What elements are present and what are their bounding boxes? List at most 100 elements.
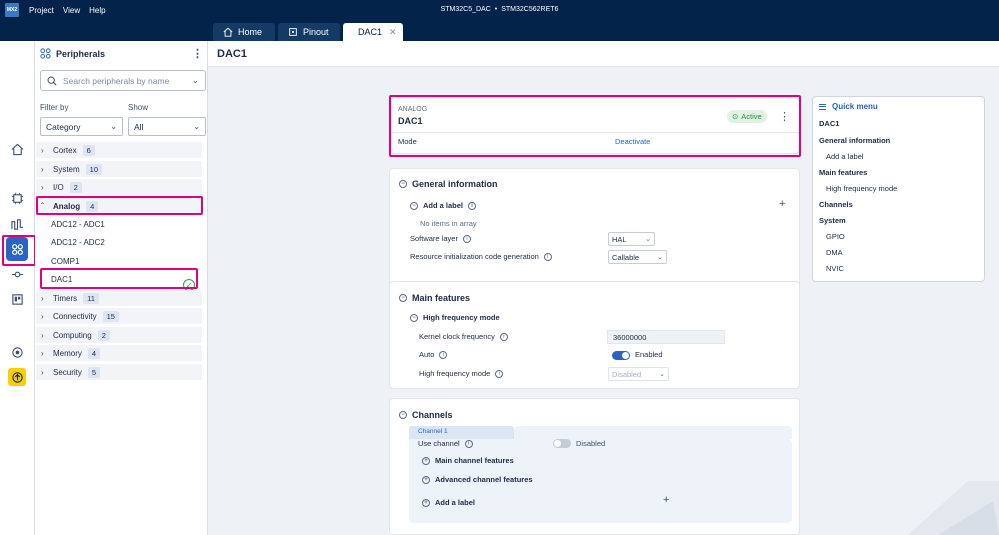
panel-header: Peripherals ⋮ [35, 41, 208, 66]
quick-menu-item[interactable]: GPIO [826, 232, 845, 241]
chevron-down-icon: ⌄ [645, 236, 651, 243]
ip-name: DAC1 [398, 116, 423, 126]
expand-icon: + [422, 456, 430, 465]
info-icon: i [495, 369, 504, 378]
chevron-right-icon: › [41, 311, 44, 321]
hf-mode-subsection[interactable]: − High frequency mode [410, 313, 500, 322]
category-cortex[interactable]: › Cortex 6 [36, 142, 202, 159]
peripherals-icon [40, 48, 51, 59]
channels-header[interactable]: − Channels [399, 410, 453, 420]
category-connectivity[interactable]: › Connectivity 15 [36, 308, 202, 325]
info-icon: i [468, 201, 477, 210]
category-analog[interactable]: ˆ Analog 4 [36, 198, 202, 215]
channel-tabstrip [514, 426, 792, 439]
quick-menu-item[interactable]: System [819, 216, 846, 225]
connector-icon[interactable] [8, 265, 26, 283]
hf-mode-row: High frequency mode i [419, 369, 504, 378]
chevron-down-icon: ⌄ [191, 75, 199, 85]
software-layer-select[interactable]: HAL ⌄ [608, 232, 655, 246]
quick-menu-item[interactable]: NVIC [826, 264, 844, 273]
category-timers[interactable]: › Timers 11 [36, 290, 202, 307]
category-security[interactable]: › Security 5 [36, 364, 202, 381]
search-input[interactable]: Search peripherals by name ⌄ [40, 70, 206, 91]
resource-init-value: Callable [612, 252, 640, 262]
peripherals-icon[interactable] [6, 237, 28, 261]
chevron-down-icon: ⌄ [193, 122, 200, 131]
tab-home[interactable]: Home [213, 23, 275, 41]
filter-by-select[interactable]: Category ⌄ [40, 117, 123, 136]
auto-toggle[interactable] [612, 351, 630, 360]
chip-icon[interactable] [8, 189, 26, 207]
use-channel-toggle[interactable] [553, 439, 571, 448]
quick-menu-item[interactable]: General information [819, 136, 890, 145]
more-options-icon[interactable]: ⋮ [192, 47, 203, 60]
info-icon: i [543, 252, 552, 261]
category-system[interactable]: › System 10 [36, 161, 202, 178]
app-logo: MX2 [5, 3, 19, 17]
menu-bar: MX2 Project View Help STM32C5_DAC • STM32C… [0, 0, 999, 20]
quick-menu-item[interactable]: Add a label [826, 152, 864, 161]
menu-help[interactable]: Help [89, 6, 105, 15]
advanced-channel-features[interactable]: + Advanced channel features [422, 475, 533, 484]
target-icon[interactable] [8, 343, 26, 361]
close-tab-icon[interactable]: ✕ [389, 27, 397, 38]
channel-add-label-text: Add a label [435, 498, 476, 507]
add-icon[interactable]: + [663, 494, 669, 506]
category-memory[interactable]: › Memory 4 [36, 345, 202, 362]
deactivate-link[interactable]: Deactivate [615, 137, 650, 146]
quick-menu-item[interactable]: Channels [819, 200, 853, 209]
quick-menu-item[interactable]: DMA [826, 248, 843, 257]
general-info-header[interactable]: − General information [399, 179, 498, 189]
board-icon[interactable] [8, 290, 26, 308]
main-channel-features[interactable]: + Main channel features [422, 456, 514, 465]
add-label-row[interactable]: − Add a label i [410, 201, 477, 210]
quick-menu-item[interactable]: High frequency mode [826, 184, 897, 193]
category-label: Connectivity [53, 311, 97, 321]
category-label: Cortex [53, 145, 77, 155]
chevron-right-icon: › [41, 293, 44, 303]
main-features-header[interactable]: − Main features [399, 293, 470, 303]
software-layer-row: Software layer i [410, 234, 471, 243]
chevron-down-icon: ⌄ [657, 254, 663, 261]
tab-pinout[interactable]: Pinout [278, 23, 340, 41]
auto-row: Auto i [419, 350, 448, 359]
chevron-right-icon: › [41, 348, 44, 358]
list-item-comp1[interactable]: COMP1 [51, 253, 79, 269]
chevron-up-icon: ˆ [41, 201, 44, 211]
show-select[interactable]: All ⌄ [128, 117, 206, 136]
category-count: 5 [87, 366, 101, 378]
category-label: Computing [53, 330, 92, 340]
resource-init-select[interactable]: Callable ⌄ [608, 250, 667, 264]
main-features-card: − Main features − High frequency mode Ke… [389, 281, 800, 389]
quick-menu-item[interactable]: Main features [819, 168, 867, 177]
divider [392, 132, 799, 133]
main-content: DAC1 ANALOG DAC1 ⊙ Active ⋮ Mode Deactiv… [208, 41, 999, 535]
list-item-dac1[interactable]: DAC1 [51, 271, 72, 287]
quick-menu-item[interactable]: DAC1 [819, 119, 839, 128]
category-computing[interactable]: › Computing 2 [36, 327, 202, 344]
menu-view[interactable]: View [63, 6, 80, 15]
add-icon[interactable]: + [779, 198, 785, 210]
list-item-adc2[interactable]: ADC12 - ADC2 [51, 234, 105, 250]
home-icon[interactable] [8, 140, 26, 158]
info-icon: i [439, 350, 448, 359]
signal-icon[interactable] [8, 215, 26, 233]
search-placeholder: Search peripherals by name [63, 75, 170, 86]
list-item-adc1[interactable]: ADC12 - ADC1 [51, 216, 105, 232]
channel-add-label[interactable]: + Add a label [422, 498, 475, 507]
tab-dac1[interactable]: DAC1 ✕ [343, 23, 403, 41]
quick-menu-header: Quick menu [819, 102, 878, 111]
category-io[interactable]: › I/O 2 [36, 179, 202, 196]
mcu-name: STM32C562RET6 [501, 6, 559, 13]
tab-channel-1[interactable]: Channel 1 [409, 426, 514, 439]
show-value: All [134, 121, 144, 132]
menu-project[interactable]: Project [29, 6, 54, 15]
check-circle-icon: ⊙ [732, 112, 739, 121]
more-options-icon[interactable]: ⋮ [779, 110, 790, 123]
hf-mode-value: Disabled [612, 369, 642, 379]
menu-icon [819, 103, 826, 110]
tab-dac1-label: DAC1 [358, 27, 383, 37]
generate-icon[interactable] [8, 368, 26, 386]
chevron-right-icon: › [41, 182, 44, 192]
filter-by-value: Category [46, 121, 81, 132]
